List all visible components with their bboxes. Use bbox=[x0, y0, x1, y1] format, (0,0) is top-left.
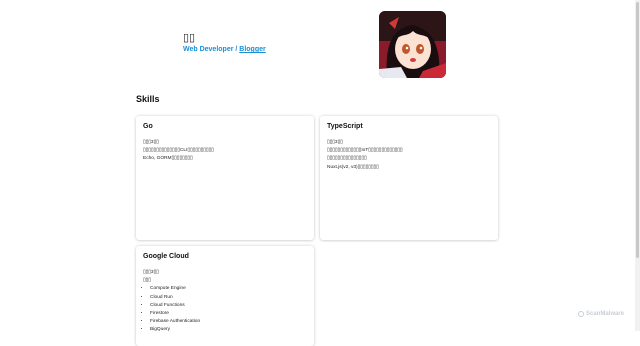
page-scrollbar[interactable] bbox=[635, 0, 640, 331]
skill-card-title: Google Cloud bbox=[143, 253, 189, 260]
profile-role: Web Developer / Blogger bbox=[183, 46, 266, 53]
list-item: Cloud Functions bbox=[150, 302, 200, 310]
profile-name: ▯▯ bbox=[183, 32, 196, 44]
list-item: Compute Engine bbox=[150, 285, 200, 293]
skill-card-typescript: TypeScript ▯▯▯3▯▯ ▯▯▯▯▯▯▯▯▯▯▯▯▯IoT▯▯▯▯▯▯… bbox=[320, 116, 498, 240]
shield-icon bbox=[578, 311, 584, 317]
watermark: ScanMalware bbox=[578, 311, 624, 317]
skill-card-google-cloud: Google Cloud ▯▯▯3▯▯ ▯▯▯ Compute Engine C… bbox=[136, 246, 314, 346]
skills-heading: Skills bbox=[136, 94, 160, 104]
skill-card-line: ▯▯▯3▯▯ bbox=[327, 140, 343, 145]
skill-card-line: ▯▯▯▯▯▯▯▯▯▯▯▯▯IoT▯▯▯▯▯▯▯▯▯▯▯▯▯ bbox=[327, 148, 403, 154]
list-item: Firestore bbox=[150, 310, 200, 318]
skill-card-line: ▯▯▯3▯▯ bbox=[143, 140, 159, 145]
service-list: Compute Engine Cloud Run Cloud Functions… bbox=[143, 285, 200, 334]
watermark-text: ScanMalware bbox=[586, 311, 625, 317]
skill-card-go: Go ▯▯▯3▯▯ ▯▯▯▯▯▯▯▯▯▯▯▯▯▯CLI▯▯▯▯▯▯▯▯▯▯ Ec… bbox=[136, 116, 314, 240]
skill-card-line: ▯▯▯ bbox=[143, 278, 151, 284]
skill-card-title: TypeScript bbox=[327, 123, 363, 130]
skill-card-line: Nuxt.js(v2, v3)▯▯▯▯▯▯▯▯ bbox=[327, 164, 379, 170]
list-item: Firebase Authentication bbox=[150, 318, 200, 326]
skill-card-line: ▯▯▯▯▯▯▯▯▯▯▯▯▯▯▯ bbox=[327, 156, 367, 162]
avatar bbox=[379, 11, 446, 78]
skill-card-title: Go bbox=[143, 123, 153, 130]
skill-card-line: ▯▯▯▯▯▯▯▯▯▯▯▯▯▯CLI▯▯▯▯▯▯▯▯▯▯ bbox=[143, 148, 214, 154]
list-item: Cloud Run bbox=[150, 294, 200, 302]
skill-card-line: Echo, GORM▯▯▯▯▯▯▯▯ bbox=[143, 156, 193, 162]
profile-role-text: Web Developer / bbox=[183, 46, 240, 53]
scrollbar-thumb[interactable] bbox=[636, 2, 639, 258]
avatar-illustration bbox=[379, 11, 446, 78]
skill-card-line: ▯▯▯3▯▯ bbox=[143, 270, 159, 275]
blog-link[interactable]: Blogger bbox=[239, 46, 265, 53]
